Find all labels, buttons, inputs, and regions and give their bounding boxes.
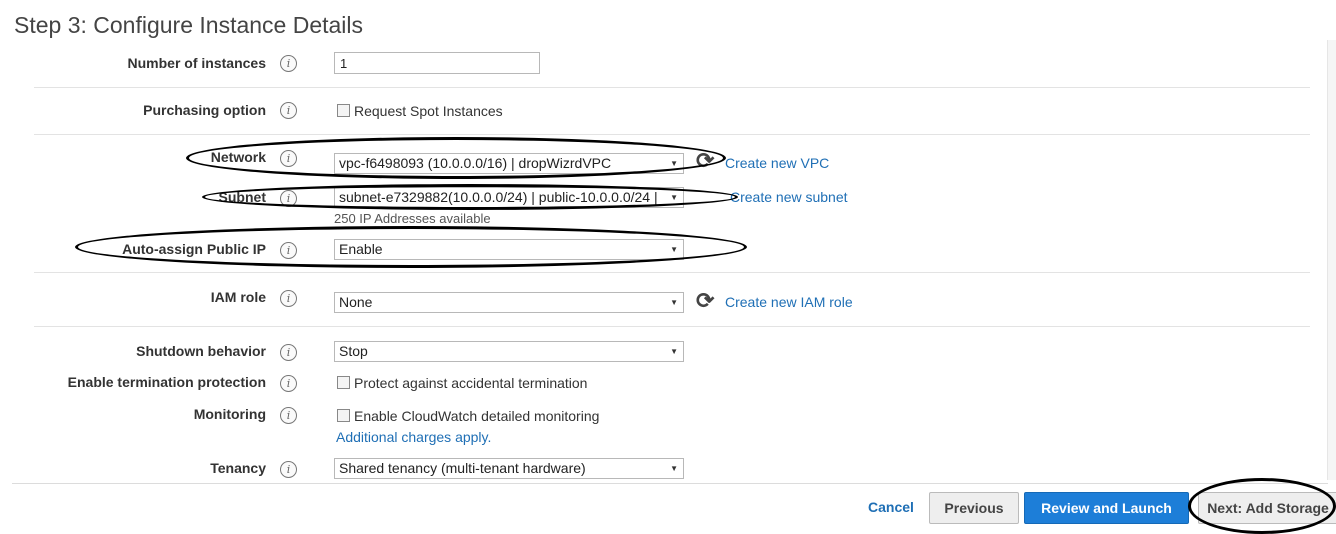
chevron-down-icon: ▼	[670, 159, 678, 168]
iam-role-label: IAM role	[210, 289, 266, 305]
spot-instances-checkbox[interactable]	[337, 104, 350, 117]
public-ip-select-value: Enable	[339, 241, 383, 257]
termination-checkbox[interactable]	[337, 376, 350, 389]
chevron-down-icon: ▼	[670, 245, 678, 254]
create-vpc-link[interactable]: Create new VPC	[725, 155, 829, 171]
termination-protection-label: Enable termination protection	[67, 374, 266, 390]
cancel-button[interactable]: Cancel	[860, 492, 922, 524]
info-icon[interactable]: i	[280, 407, 297, 424]
monitoring-label: Monitoring	[193, 406, 266, 422]
network-select[interactable]: vpc-f6498093 (10.0.0.0/16) | dropWizrdVP…	[334, 153, 684, 174]
public-ip-label: Auto-assign Public IP	[122, 241, 266, 257]
shutdown-behavior-select-value: Stop	[339, 343, 368, 359]
subnet-ip-available: 250 IP Addresses available	[334, 211, 491, 226]
footer-divider	[12, 483, 1328, 484]
network-label: Network	[210, 149, 266, 165]
info-icon[interactable]: i	[280, 375, 297, 392]
next-add-storage-button[interactable]: Next: Add Storage	[1198, 492, 1336, 524]
termination-checkbox-label: Protect against accidental termination	[354, 375, 588, 391]
info-icon[interactable]: i	[280, 190, 297, 207]
review-and-launch-button[interactable]: Review and Launch	[1024, 492, 1189, 524]
info-icon[interactable]: i	[280, 242, 297, 259]
divider	[34, 134, 1310, 135]
shutdown-behavior-select[interactable]: Stop ▼	[334, 341, 684, 362]
scrollbar[interactable]	[1327, 40, 1336, 480]
purchasing-option-label: Purchasing option	[143, 102, 266, 118]
info-icon[interactable]: i	[280, 344, 297, 361]
create-subnet-link[interactable]: Create new subnet	[730, 189, 848, 205]
public-ip-select[interactable]: Enable ▼	[334, 239, 684, 260]
spot-instances-checkbox-row[interactable]: Request Spot Instances	[337, 103, 503, 119]
monitoring-checkbox-label: Enable CloudWatch detailed monitoring	[354, 408, 600, 424]
tenancy-label: Tenancy	[210, 460, 266, 476]
tenancy-select-value: Shared tenancy (multi-tenant hardware)	[339, 460, 586, 476]
divider	[34, 87, 1310, 88]
chevron-down-icon: ▼	[670, 464, 678, 473]
num-instances-label: Number of instances	[127, 55, 266, 71]
shutdown-behavior-label: Shutdown behavior	[136, 343, 266, 359]
create-iam-role-link[interactable]: Create new IAM role	[725, 294, 853, 310]
chevron-down-icon: ▼	[670, 193, 678, 202]
tenancy-select[interactable]: Shared tenancy (multi-tenant hardware) ▼	[334, 458, 684, 479]
network-select-value: vpc-f6498093 (10.0.0.0/16) | dropWizrdVP…	[339, 155, 612, 171]
info-icon[interactable]: i	[280, 55, 297, 72]
subnet-label: Subnet	[218, 189, 266, 205]
info-icon[interactable]: i	[280, 461, 297, 478]
previous-button[interactable]: Previous	[929, 492, 1019, 524]
page-title: Step 3: Configure Instance Details	[14, 12, 364, 38]
iam-role-select-value: None	[339, 294, 373, 310]
subnet-select-value: subnet-e7329882(10.0.0.0/24) | public-10…	[339, 189, 658, 205]
termination-checkbox-row[interactable]: Protect against accidental termination	[337, 375, 587, 391]
refresh-icon[interactable]: ⟳	[696, 150, 714, 172]
chevron-down-icon: ▼	[670, 347, 678, 356]
info-icon[interactable]: i	[280, 290, 297, 307]
info-icon[interactable]: i	[280, 102, 297, 119]
divider	[34, 272, 1310, 273]
iam-role-select[interactable]: None ▼	[334, 292, 684, 313]
info-icon[interactable]: i	[280, 150, 297, 167]
chevron-down-icon: ▼	[670, 298, 678, 307]
divider	[34, 326, 1310, 327]
subnet-select[interactable]: subnet-e7329882(10.0.0.0/24) | public-10…	[334, 187, 684, 208]
monitoring-checkbox-row[interactable]: Enable CloudWatch detailed monitoring	[337, 408, 599, 424]
spot-instances-checkbox-label: Request Spot Instances	[354, 103, 503, 119]
num-instances-input[interactable]	[334, 52, 540, 74]
additional-charges-link[interactable]: Additional charges apply.	[336, 429, 491, 445]
refresh-icon[interactable]: ⟳	[696, 290, 714, 312]
monitoring-checkbox[interactable]	[337, 409, 350, 422]
